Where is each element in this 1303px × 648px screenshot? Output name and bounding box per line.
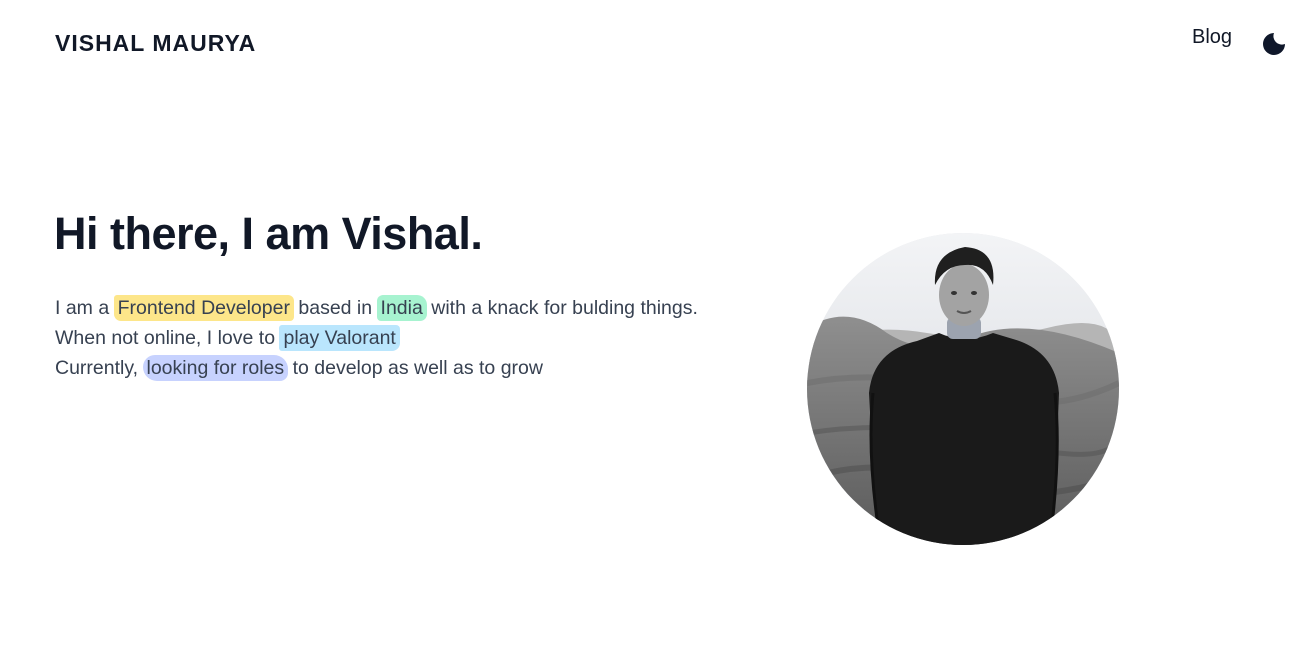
intro-text-segment: I am a <box>55 297 115 319</box>
intro-line-1: I am a Frontend Developer based in India… <box>55 293 775 323</box>
highlight-frontend-developer: Frontend Developer <box>113 295 294 321</box>
site-logo-name[interactable]: VISHAL MAURYA <box>55 30 256 57</box>
profile-photo <box>807 233 1119 545</box>
intro-text: I am a Frontend Developer based in India… <box>55 293 775 383</box>
intro-text-segment: Currently, <box>55 357 144 379</box>
theme-toggle-button[interactable] <box>1260 30 1288 58</box>
moon-icon <box>1263 33 1285 55</box>
intro-line-3: Currently, looking for roles to develop … <box>55 353 775 383</box>
profile-photo-illustration <box>807 233 1119 545</box>
intro-text-segment: with a knack for bulding things. <box>425 297 698 319</box>
highlight-looking-for-roles: looking for roles <box>142 355 289 381</box>
page-title: Hi there, I am Vishal. <box>54 208 483 259</box>
highlight-india: India <box>376 295 427 321</box>
intro-text-segment: based in <box>292 297 378 319</box>
intro-text-segment: When not online, I love to <box>55 327 281 349</box>
nav-blog-link[interactable]: Blog <box>1192 26 1232 49</box>
intro-line-2: When not online, I love to play Valorant <box>55 323 775 353</box>
highlight-play-valorant: play Valorant <box>279 325 400 351</box>
intro-text-segment: to develop as well as to grow <box>287 357 543 379</box>
